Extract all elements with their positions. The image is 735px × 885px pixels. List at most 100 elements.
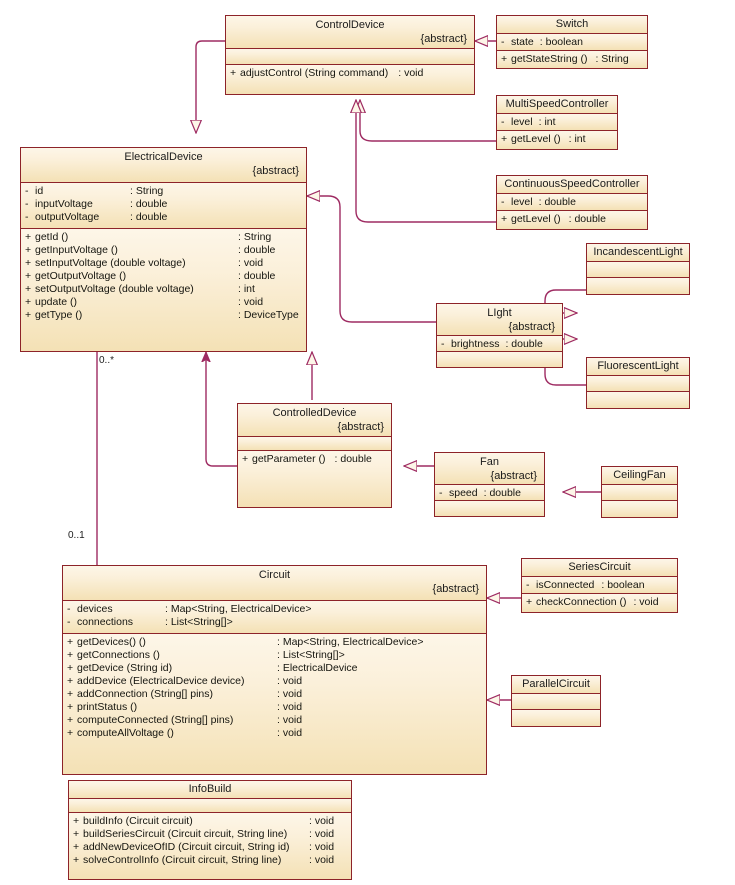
class-header: InfoBuild bbox=[69, 781, 351, 799]
member-row: + getDevices() () : Map<String, Electric… bbox=[67, 636, 424, 648]
class-fluorescent-light[interactable]: FluorescentLight bbox=[586, 357, 690, 409]
class-switch[interactable]: Switch - state : boolean + getStateStrin… bbox=[496, 15, 648, 69]
methods-compartment bbox=[437, 352, 562, 367]
member-row: + computeAllVoltage () : void bbox=[67, 727, 303, 739]
attributes-compartment: - level : double bbox=[497, 194, 647, 211]
member-row: + getType () : DeviceType bbox=[25, 309, 299, 321]
member-row: + buildInfo (Circuit circuit) : void bbox=[73, 815, 335, 827]
methods-compartment: + adjustControl (String command) : void bbox=[226, 65, 474, 94]
methods-compartment bbox=[512, 710, 600, 726]
member-row: + getLevel () : double bbox=[501, 213, 606, 225]
attributes-compartment: - isConnected : boolean bbox=[522, 577, 677, 594]
attributes-compartment bbox=[226, 49, 474, 65]
member-row: - speed : double bbox=[439, 487, 521, 499]
methods-compartment bbox=[587, 278, 689, 294]
member-row: + setOutputVoltage (double voltage) : in… bbox=[25, 283, 255, 295]
class-parallel-circuit[interactable]: ParallelCircuit bbox=[511, 675, 601, 727]
member-row: - state : boolean bbox=[501, 36, 583, 48]
member-row: + computeConnected (String[] pins) : voi… bbox=[67, 714, 303, 726]
link-continuousspeedcontroller-to-controldevice bbox=[356, 100, 496, 223]
member-row: - brightness : double bbox=[441, 338, 543, 350]
member-row: + solveControlInfo (Circuit circuit, Str… bbox=[73, 854, 335, 866]
methods-compartment: + checkConnection () : void bbox=[522, 594, 677, 612]
class-header: Fan {abstract} bbox=[435, 453, 544, 485]
class-circuit[interactable]: Circuit {abstract} - devices : Map<Strin… bbox=[62, 565, 487, 775]
member-row: + getId () : String bbox=[25, 231, 272, 243]
methods-compartment bbox=[602, 501, 677, 517]
methods-compartment: + getDevices() () : Map<String, Electric… bbox=[63, 634, 486, 774]
uml-diagram-canvas: 0..* 0..1 ControlDevice {abstract} + adj… bbox=[0, 0, 735, 885]
methods-compartment bbox=[435, 501, 544, 516]
class-header: ContinuousSpeedController bbox=[497, 176, 647, 194]
member-row: + addConnection (String[] pins) : void bbox=[67, 688, 303, 700]
member-row: + getDevice (String id) : ElectricalDevi… bbox=[67, 662, 358, 674]
member-row: + getConnections () : List<String[]> bbox=[67, 649, 345, 661]
member-row: - connections : List<String[]> bbox=[67, 616, 233, 628]
class-header: Switch bbox=[497, 16, 647, 34]
class-header: IncandescentLight bbox=[587, 244, 689, 262]
member-row: - id : String bbox=[25, 185, 164, 197]
attributes-compartment: - id : String - inputVoltage : double - … bbox=[21, 183, 306, 229]
class-header: LIght {abstract} bbox=[437, 304, 562, 336]
member-row: - outputVoltage : double bbox=[25, 211, 168, 223]
class-info-build[interactable]: InfoBuild + buildInfo (Circuit circuit) … bbox=[68, 780, 352, 880]
class-continuous-speed-controller[interactable]: ContinuousSpeedController - level : doub… bbox=[496, 175, 648, 230]
class-multi-speed-controller[interactable]: MultiSpeedController - level : int + get… bbox=[496, 95, 618, 150]
class-incandescent-light[interactable]: IncandescentLight bbox=[586, 243, 690, 295]
multiplicity-circuit-one: 0..1 bbox=[68, 530, 85, 541]
member-row: + getOutputVoltage () : double bbox=[25, 270, 276, 282]
member-row: + checkConnection () : void bbox=[526, 596, 659, 608]
attributes-compartment bbox=[587, 376, 689, 392]
member-row: - level : double bbox=[501, 196, 576, 208]
member-row: + buildSeriesCircuit (Circuit circuit, S… bbox=[73, 828, 335, 840]
methods-compartment: + getParameter () : double bbox=[238, 451, 391, 507]
member-row: + getLevel () : int bbox=[501, 133, 586, 145]
class-electrical-device[interactable]: ElectricalDevice {abstract} - id : Strin… bbox=[20, 147, 307, 352]
class-header: ParallelCircuit bbox=[512, 676, 600, 694]
multiplicity-devices-many: 0..* bbox=[99, 355, 115, 366]
class-header: MultiSpeedController bbox=[497, 96, 617, 114]
member-row: + getInputVoltage () : double bbox=[25, 244, 276, 256]
member-row: - inputVoltage : double bbox=[25, 198, 168, 210]
attributes-compartment bbox=[238, 437, 391, 451]
attributes-compartment: - devices : Map<String, ElectricalDevice… bbox=[63, 601, 486, 634]
class-header: Circuit {abstract} bbox=[63, 566, 486, 601]
link-light-to-electricaldevice bbox=[307, 196, 436, 323]
class-series-circuit[interactable]: SeriesCircuit - isConnected : boolean + … bbox=[521, 558, 678, 613]
member-row: - isConnected : boolean bbox=[526, 579, 645, 591]
methods-compartment: + getId () : String + getInputVoltage ()… bbox=[21, 229, 306, 351]
methods-compartment: + getStateString () : String bbox=[497, 51, 647, 68]
methods-compartment: + getLevel () : double bbox=[497, 211, 647, 229]
class-control-device[interactable]: ControlDevice {abstract} + adjustControl… bbox=[225, 15, 475, 95]
member-row: + update () : void bbox=[25, 296, 264, 308]
class-header: ControlledDevice {abstract} bbox=[238, 404, 391, 437]
link-electricaldevice-to-controldevice bbox=[196, 40, 225, 133]
methods-compartment: + getLevel () : int bbox=[497, 131, 617, 149]
attributes-compartment: - brightness : double bbox=[437, 336, 562, 352]
attributes-compartment bbox=[69, 799, 351, 813]
class-header: CeilingFan bbox=[602, 467, 677, 485]
class-header: ControlDevice {abstract} bbox=[226, 16, 474, 49]
class-fan[interactable]: Fan {abstract} - speed : double bbox=[434, 452, 545, 517]
member-row: + addDevice (ElectricalDevice device) : … bbox=[67, 675, 303, 687]
member-row: + setInputVoltage (double voltage) : voi… bbox=[25, 257, 264, 269]
methods-compartment bbox=[587, 392, 689, 408]
class-light[interactable]: LIght {abstract} - brightness : double bbox=[436, 303, 563, 368]
attributes-compartment bbox=[602, 485, 677, 501]
member-row: - level : int bbox=[501, 116, 556, 128]
attributes-compartment bbox=[512, 694, 600, 710]
class-header: FluorescentLight bbox=[587, 358, 689, 376]
class-header: ElectricalDevice {abstract} bbox=[21, 148, 306, 183]
member-row: + getParameter () : double bbox=[242, 453, 372, 465]
attributes-compartment: - level : int bbox=[497, 114, 617, 131]
member-row: + adjustControl (String command) : void bbox=[230, 67, 424, 79]
attributes-compartment bbox=[587, 262, 689, 278]
attributes-compartment: - speed : double bbox=[435, 485, 544, 501]
link-multispeedcontroller-to-controldevice bbox=[360, 100, 496, 142]
class-header: SeriesCircuit bbox=[522, 559, 677, 577]
class-controlled-device[interactable]: ControlledDevice {abstract} + getParamet… bbox=[237, 403, 392, 508]
member-row: - devices : Map<String, ElectricalDevice… bbox=[67, 603, 312, 615]
member-row: + addNewDeviceOfID (Circuit circuit, Str… bbox=[73, 841, 335, 853]
methods-compartment: + buildInfo (Circuit circuit) : void + b… bbox=[69, 813, 351, 879]
class-ceiling-fan[interactable]: CeilingFan bbox=[601, 466, 678, 518]
